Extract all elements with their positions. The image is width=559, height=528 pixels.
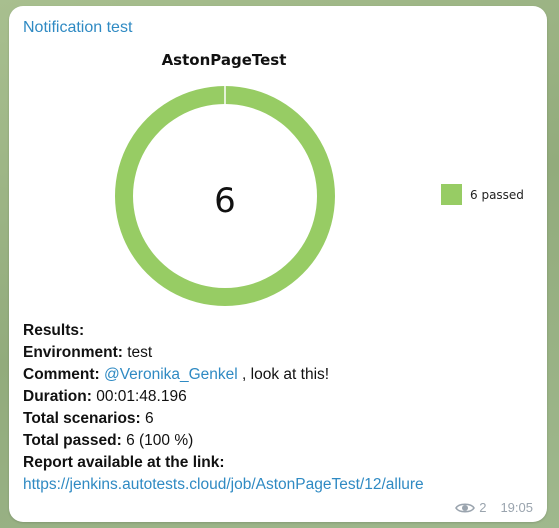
donut-center-value: 6 [214,181,236,221]
environment-line: Environment: test [23,344,153,361]
results-heading: Results: [23,322,85,339]
sender-name[interactable]: Notification test [23,19,132,37]
legend-label-passed: 6 passed [470,187,524,202]
report-link[interactable]: https://jenkins.autotests.cloud/job/Asto… [23,476,424,493]
views-eye-icon [455,502,476,513]
total-scenarios-line: Total scenarios: 6 [23,410,154,427]
chart-legend: 6 passed [441,184,524,205]
message-meta: 2 19:05 [455,500,533,515]
comment-line: Comment: @Veronika_Genkel , look at this… [23,366,330,383]
legend-swatch-passed [441,184,462,205]
chart-title: AstonPageTest [161,51,287,69]
report-text: Results: Environment: test Comment: @Ver… [23,320,533,496]
message-bubble[interactable]: Notification test AstonPageTest 6 6 pass… [9,6,547,522]
donut-chart: 6 [114,85,335,306]
view-count: 2 [479,500,487,515]
message-time: 19:05 [500,500,533,515]
duration-line: Duration: 00:01:48.196 [23,388,187,405]
total-passed-line: Total passed: 6 (100 %) [23,432,194,449]
report-link-heading: Report available at the link: [23,454,225,471]
user-mention-link[interactable]: @Veronika_Genkel [104,366,238,383]
